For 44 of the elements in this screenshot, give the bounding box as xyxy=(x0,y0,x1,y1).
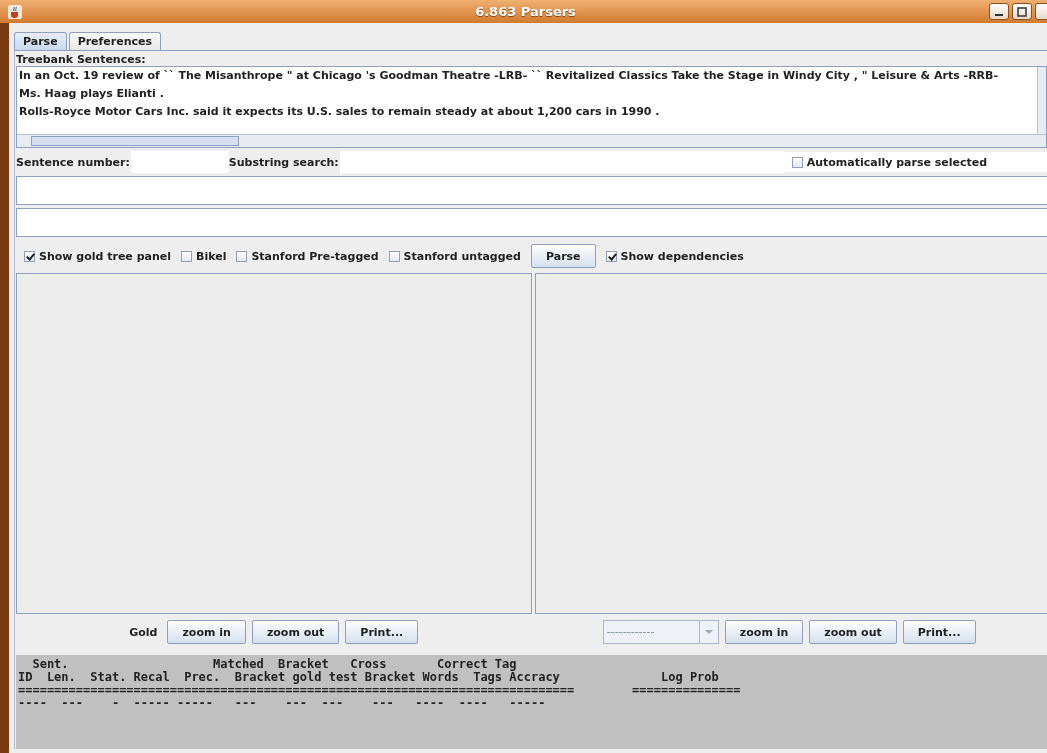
caret-icon xyxy=(703,629,714,635)
sentence-list[interactable] xyxy=(16,66,1047,148)
checkbox-label: Stanford untagged xyxy=(403,249,521,263)
toolbar-button[interactable]: zoom out xyxy=(809,620,897,644)
section-label: Treebank Sentences: xyxy=(16,53,147,66)
window-title: 6.863 Parsers xyxy=(474,4,577,19)
sentence-field[interactable] xyxy=(16,176,1047,205)
checkbox[interactable] xyxy=(24,250,35,262)
horizontal-scrollbar[interactable] xyxy=(17,134,1046,147)
checkbox[interactable] xyxy=(791,156,803,168)
tab[interactable]: Parse xyxy=(14,32,67,50)
maximize-button[interactable] xyxy=(1012,3,1032,20)
checkbox-label: Show dependencies xyxy=(620,249,744,263)
tags-field[interactable] xyxy=(16,208,1047,237)
toolbar-button[interactable]: Print... xyxy=(345,620,419,644)
toolbar-button[interactable]: zoom in xyxy=(724,620,804,644)
checkbox-label: Automatically parse selected xyxy=(806,155,988,169)
toolbar-button[interactable]: zoom out xyxy=(251,620,340,644)
stats-line: Sent. Matched Bracket Cross Correct Tag xyxy=(31,658,518,671)
vertical-scrollbar[interactable] xyxy=(1037,67,1046,134)
sentence-line[interactable]: Ms. Haag plays Elianti . xyxy=(19,85,1037,103)
panel-label: Gold xyxy=(129,625,158,639)
toolbar-button[interactable]: Print... xyxy=(902,620,976,644)
cup-icon xyxy=(8,4,22,19)
checkbox-label: Stanford Pre-tagged xyxy=(251,249,379,263)
stats-line: ID Len. Stat. Recal Prec. Bracket gold test Bracket Words Tags Accracy Log Prob xyxy=(18,671,720,684)
checkbox[interactable] xyxy=(388,250,400,262)
checkbox[interactable] xyxy=(605,250,617,262)
toolbar-button[interactable]: zoom in xyxy=(167,620,246,644)
sentence-line[interactable]: Rolls-Royce Motor Cars Inc. said it expects its U.S. sales to remain steady at about 1,200 cars in 1990 . xyxy=(19,103,1037,121)
minimize-icon xyxy=(995,13,1003,16)
stats-line: ---- --- - ----- ----- --- --- --- --- ---- ---- ----- xyxy=(18,697,547,710)
minimize-button[interactable] xyxy=(989,3,1009,20)
substring-search-label: Substring search: xyxy=(228,155,340,169)
checkbox[interactable] xyxy=(181,250,192,262)
stats-line: ============================================================================= =============== xyxy=(18,684,742,697)
tab[interactable]: Preferences xyxy=(68,32,162,50)
maximize-icon xyxy=(1017,6,1027,17)
sentence-line[interactable]: In an Oct. 19 review of `` The Misanthrope " at Chicago 's Goodman Theatre -LRB- `` Revitalized Classics Take the Stage in Windy City , " Leisure & Arts -RRB- xyxy=(19,67,1037,85)
checkbox[interactable] xyxy=(236,250,248,262)
sentence-number-label: Sentence number: xyxy=(16,155,131,169)
checkbox-label: Bikel xyxy=(196,249,227,263)
parse-button[interactable]: Parse xyxy=(530,244,596,268)
checkbox-label: Show gold tree panel xyxy=(39,249,171,263)
